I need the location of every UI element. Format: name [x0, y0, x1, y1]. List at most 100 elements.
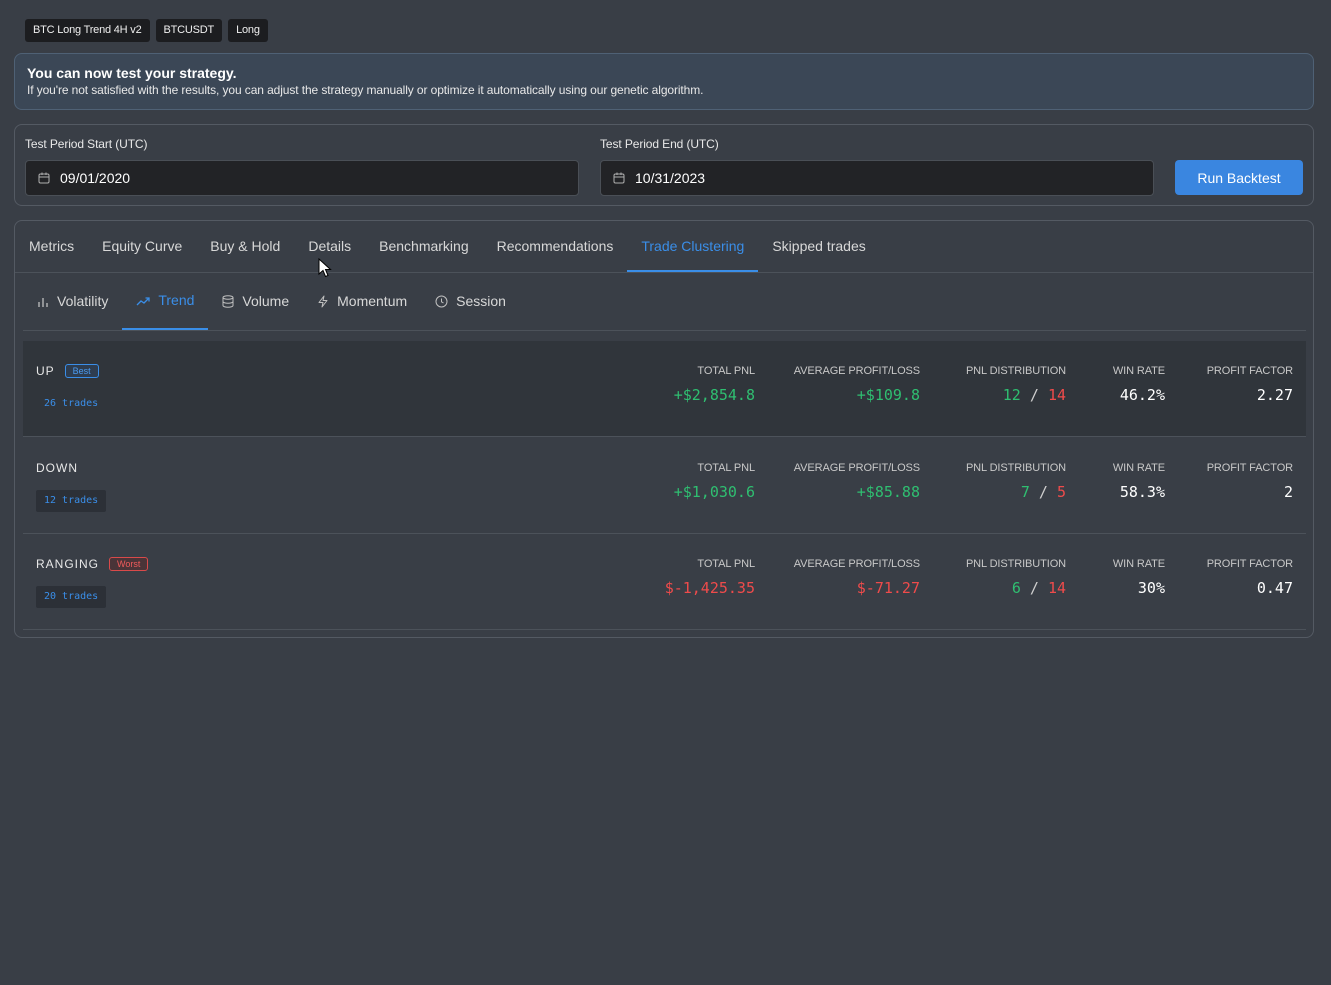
metric-label: PNL DISTRIBUTION: [965, 558, 1066, 570]
metric-label: PNL DISTRIBUTION: [965, 365, 1066, 377]
subtab-label: Trend: [158, 292, 195, 308]
direction-tag: Long: [228, 19, 268, 42]
distribution-separator: /: [1029, 579, 1039, 597]
mouse-cursor-icon: [318, 258, 332, 278]
lightning-icon: [318, 295, 328, 308]
subtab-momentum[interactable]: Momentum: [303, 273, 421, 330]
start-date-label: Test Period Start (UTC): [25, 137, 148, 151]
losses-count: 14: [1047, 579, 1066, 597]
metric-label: TOTAL PNL: [697, 462, 755, 474]
symbol-tag: BTCUSDT: [155, 19, 223, 42]
cluster-name-text: RANGING: [36, 557, 100, 571]
wins-count: 12: [1002, 386, 1021, 404]
subtab-session[interactable]: Session: [421, 273, 520, 330]
total-pnl-metric: TOTAL PNL +$1,030.6: [674, 462, 755, 501]
run-backtest-button[interactable]: Run Backtest: [1175, 160, 1303, 195]
cluster-name-text: DOWN: [36, 461, 78, 475]
profit-factor-metric: PROFIT FACTOR 2.27: [1207, 365, 1293, 404]
avg-pl-metric: AVERAGE PROFIT/LOSS +$109.8: [794, 365, 920, 404]
cluster-row-down: DOWN 12 trades TOTAL PNL +$1,030.6 AVERA…: [23, 438, 1306, 534]
metric-value: 58.3%: [1119, 483, 1165, 501]
metric-label: AVERAGE PROFIT/LOSS: [793, 462, 920, 474]
tab-skipped-trades[interactable]: Skipped trades: [758, 221, 879, 272]
end-date-input[interactable]: 10/31/2023: [600, 160, 1154, 196]
metric-value: 7 / 5: [966, 483, 1066, 501]
tab-recommendations[interactable]: Recommendations: [483, 221, 628, 272]
trade-count: 20 trades: [36, 586, 107, 608]
metric-value: 12 / 14: [966, 386, 1066, 404]
subtab-volume[interactable]: Volume: [208, 273, 303, 330]
subtab-label: Session: [456, 293, 506, 309]
metric-label: PROFIT FACTOR: [1206, 558, 1293, 570]
profit-factor-metric: PROFIT FACTOR 2: [1207, 462, 1293, 501]
avg-pl-metric: AVERAGE PROFIT/LOSS +$85.88: [794, 462, 920, 501]
metric-value: +$1,030.6: [673, 483, 755, 501]
tab-benchmarking[interactable]: Benchmarking: [365, 221, 483, 272]
main-tab-bar: Metrics Equity Curve Buy & Hold Details …: [15, 221, 1313, 273]
metric-label: WIN RATE: [1112, 558, 1165, 570]
subtab-trend[interactable]: Trend: [122, 273, 209, 330]
distribution-separator: /: [1038, 483, 1048, 501]
metric-value: 0.47: [1256, 579, 1293, 597]
metric-value: +$2,854.8: [673, 386, 755, 404]
pnl-distribution-metric: PNL DISTRIBUTION 12 / 14: [966, 365, 1066, 404]
subtab-volatility[interactable]: Volatility: [23, 273, 122, 330]
metric-value: 46.2%: [1119, 386, 1165, 404]
cluster-subtab-bar: Volatility Trend Volume Momentum Session: [23, 273, 1306, 331]
end-date-value: 10/31/2023: [635, 170, 706, 186]
losses-count: 5: [1056, 483, 1066, 501]
strategy-tags: BTC Long Trend 4H v2 BTCUSDT Long: [25, 19, 268, 42]
bar-chart-icon: [38, 297, 48, 307]
wins-count: 7: [1020, 483, 1030, 501]
metric-value: +$109.8: [856, 386, 920, 404]
subtab-label: Volatility: [57, 293, 109, 309]
metric-label: PNL DISTRIBUTION: [965, 462, 1066, 474]
metric-value: 30%: [1137, 579, 1165, 597]
database-icon: [222, 295, 234, 308]
metric-label: AVERAGE PROFIT/LOSS: [793, 365, 920, 377]
metric-label: AVERAGE PROFIT/LOSS: [793, 558, 920, 570]
best-badge: Best: [64, 364, 99, 378]
tab-trade-clustering[interactable]: Trade Clustering: [627, 221, 759, 272]
metric-value: 2: [1283, 483, 1293, 501]
trade-count: 26 trades: [44, 398, 99, 409]
losses-count: 14: [1047, 386, 1066, 404]
test-period-card: Test Period Start (UTC) 09/01/2020 Test …: [14, 124, 1314, 206]
tab-equity-curve[interactable]: Equity Curve: [88, 221, 196, 272]
profit-factor-metric: PROFIT FACTOR 0.47: [1207, 558, 1293, 597]
trend-up-icon: [136, 296, 151, 305]
wins-count: 6: [1011, 579, 1021, 597]
strategy-name-tag: BTC Long Trend 4H v2: [25, 19, 150, 42]
metric-label: TOTAL PNL: [697, 558, 755, 570]
end-date-label: Test Period End (UTC): [600, 137, 719, 151]
metric-value: 2.27: [1256, 386, 1293, 404]
worst-badge: Worst: [109, 557, 149, 571]
win-rate-metric: WIN RATE 30%: [1113, 558, 1165, 597]
subtab-label: Momentum: [337, 293, 408, 309]
total-pnl-metric: TOTAL PNL $-1,425.35: [665, 558, 755, 597]
banner-text: If you're not satisfied with the results…: [27, 83, 704, 97]
info-banner: You can now test your strategy. If you'r…: [14, 53, 1314, 110]
results-card: Metrics Equity Curve Buy & Hold Details …: [14, 220, 1314, 638]
metric-label: PROFIT FACTOR: [1206, 462, 1293, 474]
win-rate-metric: WIN RATE 58.3%: [1113, 462, 1165, 501]
metric-label: PROFIT FACTOR: [1206, 365, 1293, 377]
trade-count: 12 trades: [36, 490, 107, 512]
metric-value: $-71.27: [856, 579, 920, 597]
backtest-page: BTC Long Trend 4H v2 BTCUSDT Long You ca…: [0, 0, 1331, 985]
cluster-row-up: UP Best 26 trades TOTAL PNL +$2,854.8 AV…: [23, 341, 1306, 437]
start-date-value: 09/01/2020: [60, 170, 131, 186]
start-date-input[interactable]: 09/01/2020: [25, 160, 579, 196]
cluster-name: UP Best: [36, 364, 99, 378]
win-rate-metric: WIN RATE 46.2%: [1113, 365, 1165, 404]
tab-metrics[interactable]: Metrics: [15, 221, 88, 272]
cluster-name: RANGING Worst: [36, 557, 149, 571]
subtab-label: Volume: [242, 293, 290, 309]
calendar-icon: [38, 172, 50, 184]
tab-buy-hold[interactable]: Buy & Hold: [196, 221, 294, 272]
metric-value: 6 / 14: [966, 579, 1066, 597]
cluster-row-ranging: RANGING Worst 20 trades TOTAL PNL $-1,42…: [23, 534, 1306, 630]
cluster-name: DOWN: [36, 461, 78, 475]
calendar-icon: [613, 172, 625, 184]
metric-label: WIN RATE: [1112, 462, 1165, 474]
